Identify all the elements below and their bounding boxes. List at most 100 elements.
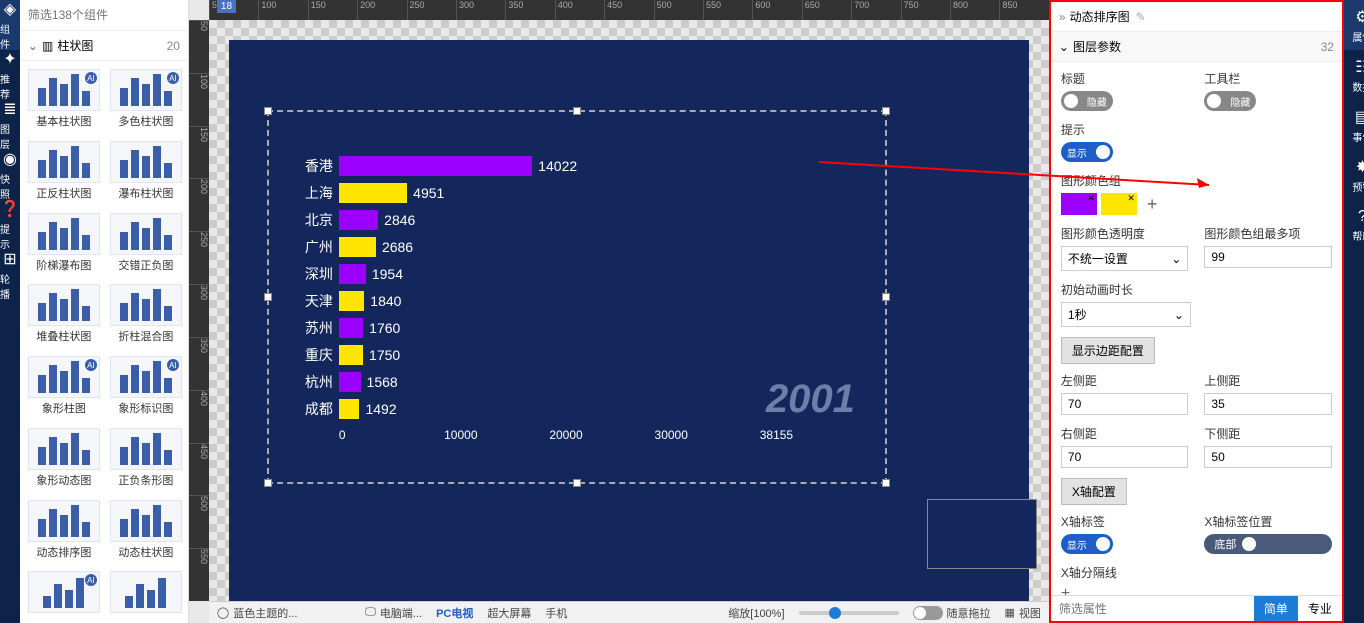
chart-value-label: 1840 (370, 293, 401, 309)
component-label: 动态排序图 (36, 544, 91, 560)
pro-tab[interactable]: 专业 (1298, 596, 1342, 621)
device-bigscreen[interactable]: 超大屏幕 (487, 605, 531, 621)
resize-handle-br[interactable] (882, 479, 890, 487)
left-margin-label: 左侧距 (1061, 372, 1189, 389)
component-item[interactable]: AI (24, 567, 104, 619)
nav-carousel[interactable]: ⊞轮播 (0, 250, 20, 300)
component-item[interactable]: AI基本柱状图 (24, 65, 104, 135)
component-item[interactable]: 动态排序图 (24, 496, 104, 566)
axis-tick: 20000 (549, 428, 654, 442)
zoom-slider[interactable] (799, 611, 899, 615)
properties-panel: » 动态排序图 ✎ ⌄ 图层参数 32 标题 隐藏 工具栏 隐藏 (1049, 0, 1344, 623)
resize-handle-mr[interactable] (882, 293, 890, 301)
view-button[interactable]: ▦视图 (1005, 605, 1041, 621)
chart-bar-row: 天津 1840 (289, 287, 865, 314)
ai-icon: ✦ (3, 49, 16, 69)
maxitems-input[interactable] (1204, 246, 1332, 268)
device-pctv[interactable]: PC电视 (436, 605, 473, 621)
properties-footer: 简单 专业 (1051, 595, 1342, 621)
component-search: ⛶ (20, 0, 188, 31)
opacity-select[interactable]: 不统一设置⌄ (1061, 246, 1189, 271)
right-margin-input[interactable] (1061, 446, 1189, 468)
nav-alert[interactable]: ✸预警 (1344, 150, 1364, 200)
remove-swatch-icon[interactable]: ✕ (1087, 193, 1095, 204)
resize-handle-tl[interactable] (264, 107, 272, 115)
selection-frame[interactable]: 香港14022上海4951北京2846广州2686深圳1954天津1840苏州1… (267, 110, 887, 484)
color-swatch-1[interactable]: ✕ (1061, 193, 1097, 215)
remove-swatch-icon[interactable]: ✕ (1127, 193, 1135, 204)
nav-help[interactable]: ?帮助 (1344, 200, 1364, 250)
resize-handle-bl[interactable] (264, 479, 272, 487)
xlabel-pos-toggle[interactable]: 底部 (1204, 534, 1332, 554)
canvas-viewport[interactable]: 香港14022上海4951北京2846广州2686深圳1954天津1840苏州1… (209, 20, 1049, 601)
title-toggle[interactable]: 隐藏 (1061, 91, 1113, 111)
color-swatch-2[interactable]: ✕ (1101, 193, 1137, 215)
edit-icon[interactable]: ✎ (1136, 10, 1146, 24)
theme-button[interactable]: ◯蓝色主题的... (217, 605, 297, 621)
component-item[interactable]: AI多色柱状图 (106, 65, 186, 135)
axis-tick: 38155 (760, 428, 865, 442)
add-split-button[interactable]: + (1061, 585, 1332, 595)
component-item[interactable]: AI象形柱图 (24, 352, 104, 422)
layers-icon: ≣ (3, 99, 16, 119)
chevron-down-icon: ⌄ (1059, 40, 1069, 54)
nav-layers[interactable]: ≣图层 (0, 100, 20, 150)
chart-category-label: 北京 (289, 210, 339, 230)
chart-category-label: 香港 (289, 156, 339, 176)
minimap[interactable] (927, 499, 1037, 569)
component-category-header[interactable]: ⌄ ▥ 柱状图 20 (20, 31, 188, 61)
component-item[interactable]: AI象形标识图 (106, 352, 186, 422)
ruler-vertical: 50100150200250300350400450500550 (189, 20, 209, 601)
chevron-down-icon: ⌄ (1171, 252, 1181, 266)
component-item[interactable]: 交错正负图 (106, 209, 186, 279)
cube-icon: ◈ (4, 0, 16, 19)
tip-toggle[interactable]: 显示 (1061, 142, 1113, 162)
device-desktop[interactable]: 🖵电脑端... (365, 605, 422, 621)
bottom-margin-input[interactable] (1204, 446, 1332, 468)
nav-data[interactable]: ☷数据 (1344, 50, 1364, 100)
chart-bar (339, 345, 363, 365)
ruler-horizontal: 18 5010015020025030035040045050055060065… (209, 0, 1049, 20)
top-margin-input[interactable] (1204, 393, 1332, 415)
component-item[interactable]: 阶梯瀑布图 (24, 209, 104, 279)
nav-snapshot[interactable]: ◉快照 (0, 150, 20, 200)
canvas-page[interactable]: 香港14022上海4951北京2846广州2686深圳1954天津1840苏州1… (229, 40, 1029, 601)
component-item[interactable]: 正反柱状图 (24, 137, 104, 207)
left-margin-input[interactable] (1061, 393, 1189, 415)
chart-category-label: 天津 (289, 291, 339, 311)
nav-events[interactable]: ▤事件 (1344, 100, 1364, 150)
section-header[interactable]: ⌄ 图层参数 32 (1051, 32, 1342, 62)
collapse-right-icon[interactable]: » (1059, 10, 1066, 24)
margin-config-button[interactable]: 显示边距配置 (1061, 337, 1155, 364)
xaxis-config-button[interactable]: X轴配置 (1061, 478, 1127, 505)
nav-tip[interactable]: ❓提示 (0, 200, 20, 250)
component-item[interactable]: 动态柱状图 (106, 496, 186, 566)
component-label: 正负条形图 (118, 472, 173, 488)
component-item[interactable]: 象形动态图 (24, 424, 104, 494)
axis-tick: 30000 (655, 428, 760, 442)
device-mobile[interactable]: 手机 (545, 605, 567, 621)
component-item[interactable]: 堆叠柱状图 (24, 280, 104, 350)
resize-handle-tr[interactable] (882, 107, 890, 115)
add-swatch-button[interactable]: + (1141, 194, 1164, 215)
resize-handle-bm[interactable] (573, 479, 581, 487)
nav-props[interactable]: ⚙属性 (1344, 0, 1364, 50)
toolbar-toggle[interactable]: 隐藏 (1204, 91, 1256, 111)
nav-recommend[interactable]: ✦推荐 (0, 50, 20, 100)
chart-value-label: 1568 (367, 374, 398, 390)
component-item[interactable]: 正负条形图 (106, 424, 186, 494)
xlabel-toggle[interactable]: 显示 (1061, 534, 1113, 554)
resize-handle-ml[interactable] (264, 293, 272, 301)
component-item[interactable]: 瀑布柱状图 (106, 137, 186, 207)
search-input[interactable] (24, 4, 187, 26)
random-drag-toggle[interactable]: 随意拖拉 (913, 605, 991, 621)
filter-props-input[interactable] (1051, 596, 1254, 621)
simple-tab[interactable]: 简单 (1254, 596, 1298, 621)
component-item[interactable]: 折柱混合图 (106, 280, 186, 350)
bar-race-chart: 香港14022上海4951北京2846广州2686深圳1954天津1840苏州1… (289, 152, 865, 462)
slider-thumb[interactable] (829, 607, 841, 619)
resize-handle-tm[interactable] (573, 107, 581, 115)
anim-select[interactable]: 1秒⌄ (1061, 302, 1191, 327)
component-item[interactable] (106, 567, 186, 619)
nav-components[interactable]: ◈组件 (0, 0, 20, 50)
